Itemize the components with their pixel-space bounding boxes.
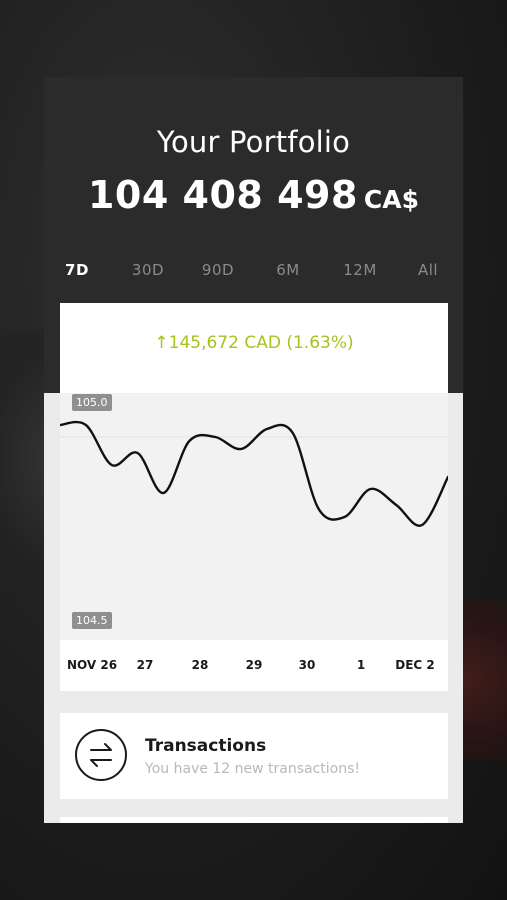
x-tick-label: 29	[245, 658, 263, 672]
series-line	[60, 420, 448, 527]
tab-all[interactable]: All	[398, 261, 458, 279]
transactions-title: Transactions	[145, 736, 267, 756]
tab-30d[interactable]: 30D	[118, 261, 178, 279]
y-tick-label-min: 104.5	[72, 612, 112, 629]
next-card-peek	[60, 817, 448, 823]
x-tick-label: 30	[298, 658, 316, 672]
portfolio-card: Your Portfolio 104 408 498 CA$ 7D 30D 90D…	[44, 77, 463, 823]
portfolio-value-number: 104 408 498	[87, 173, 358, 217]
time-range-tabs: 7D 30D 90D 6M 12M All	[44, 261, 463, 283]
line-chart	[60, 420, 448, 527]
x-tick-label: 1	[356, 658, 366, 672]
portfolio-currency: CA$	[363, 185, 420, 214]
chart-card: ↑145,672 CAD (1.63%) 105.0 104.5 NOV 26 …	[60, 303, 448, 691]
x-tick-label: 27	[136, 658, 154, 672]
transfer-arrows-icon	[75, 729, 127, 781]
transactions-card[interactable]: Transactions You have 12 new transaction…	[60, 713, 448, 799]
x-tick-label: 28	[191, 658, 209, 672]
x-axis: NOV 26 27 28 29 30 1 DEC 2	[60, 640, 448, 691]
page-title: Your Portfolio	[156, 125, 351, 159]
y-tick-label-max: 105.0	[72, 394, 112, 411]
tab-6m[interactable]: 6M	[258, 261, 318, 279]
x-tick-label: DEC 2	[395, 658, 435, 672]
tab-12m[interactable]: 12M	[330, 261, 390, 279]
portfolio-value: 104 408 498 CA$	[44, 173, 463, 217]
tab-7d[interactable]: 7D	[47, 261, 107, 279]
x-tick-label: NOV 26	[66, 658, 118, 672]
tab-90d[interactable]: 90D	[188, 261, 248, 279]
transactions-subtitle: You have 12 new transactions!	[145, 761, 361, 777]
